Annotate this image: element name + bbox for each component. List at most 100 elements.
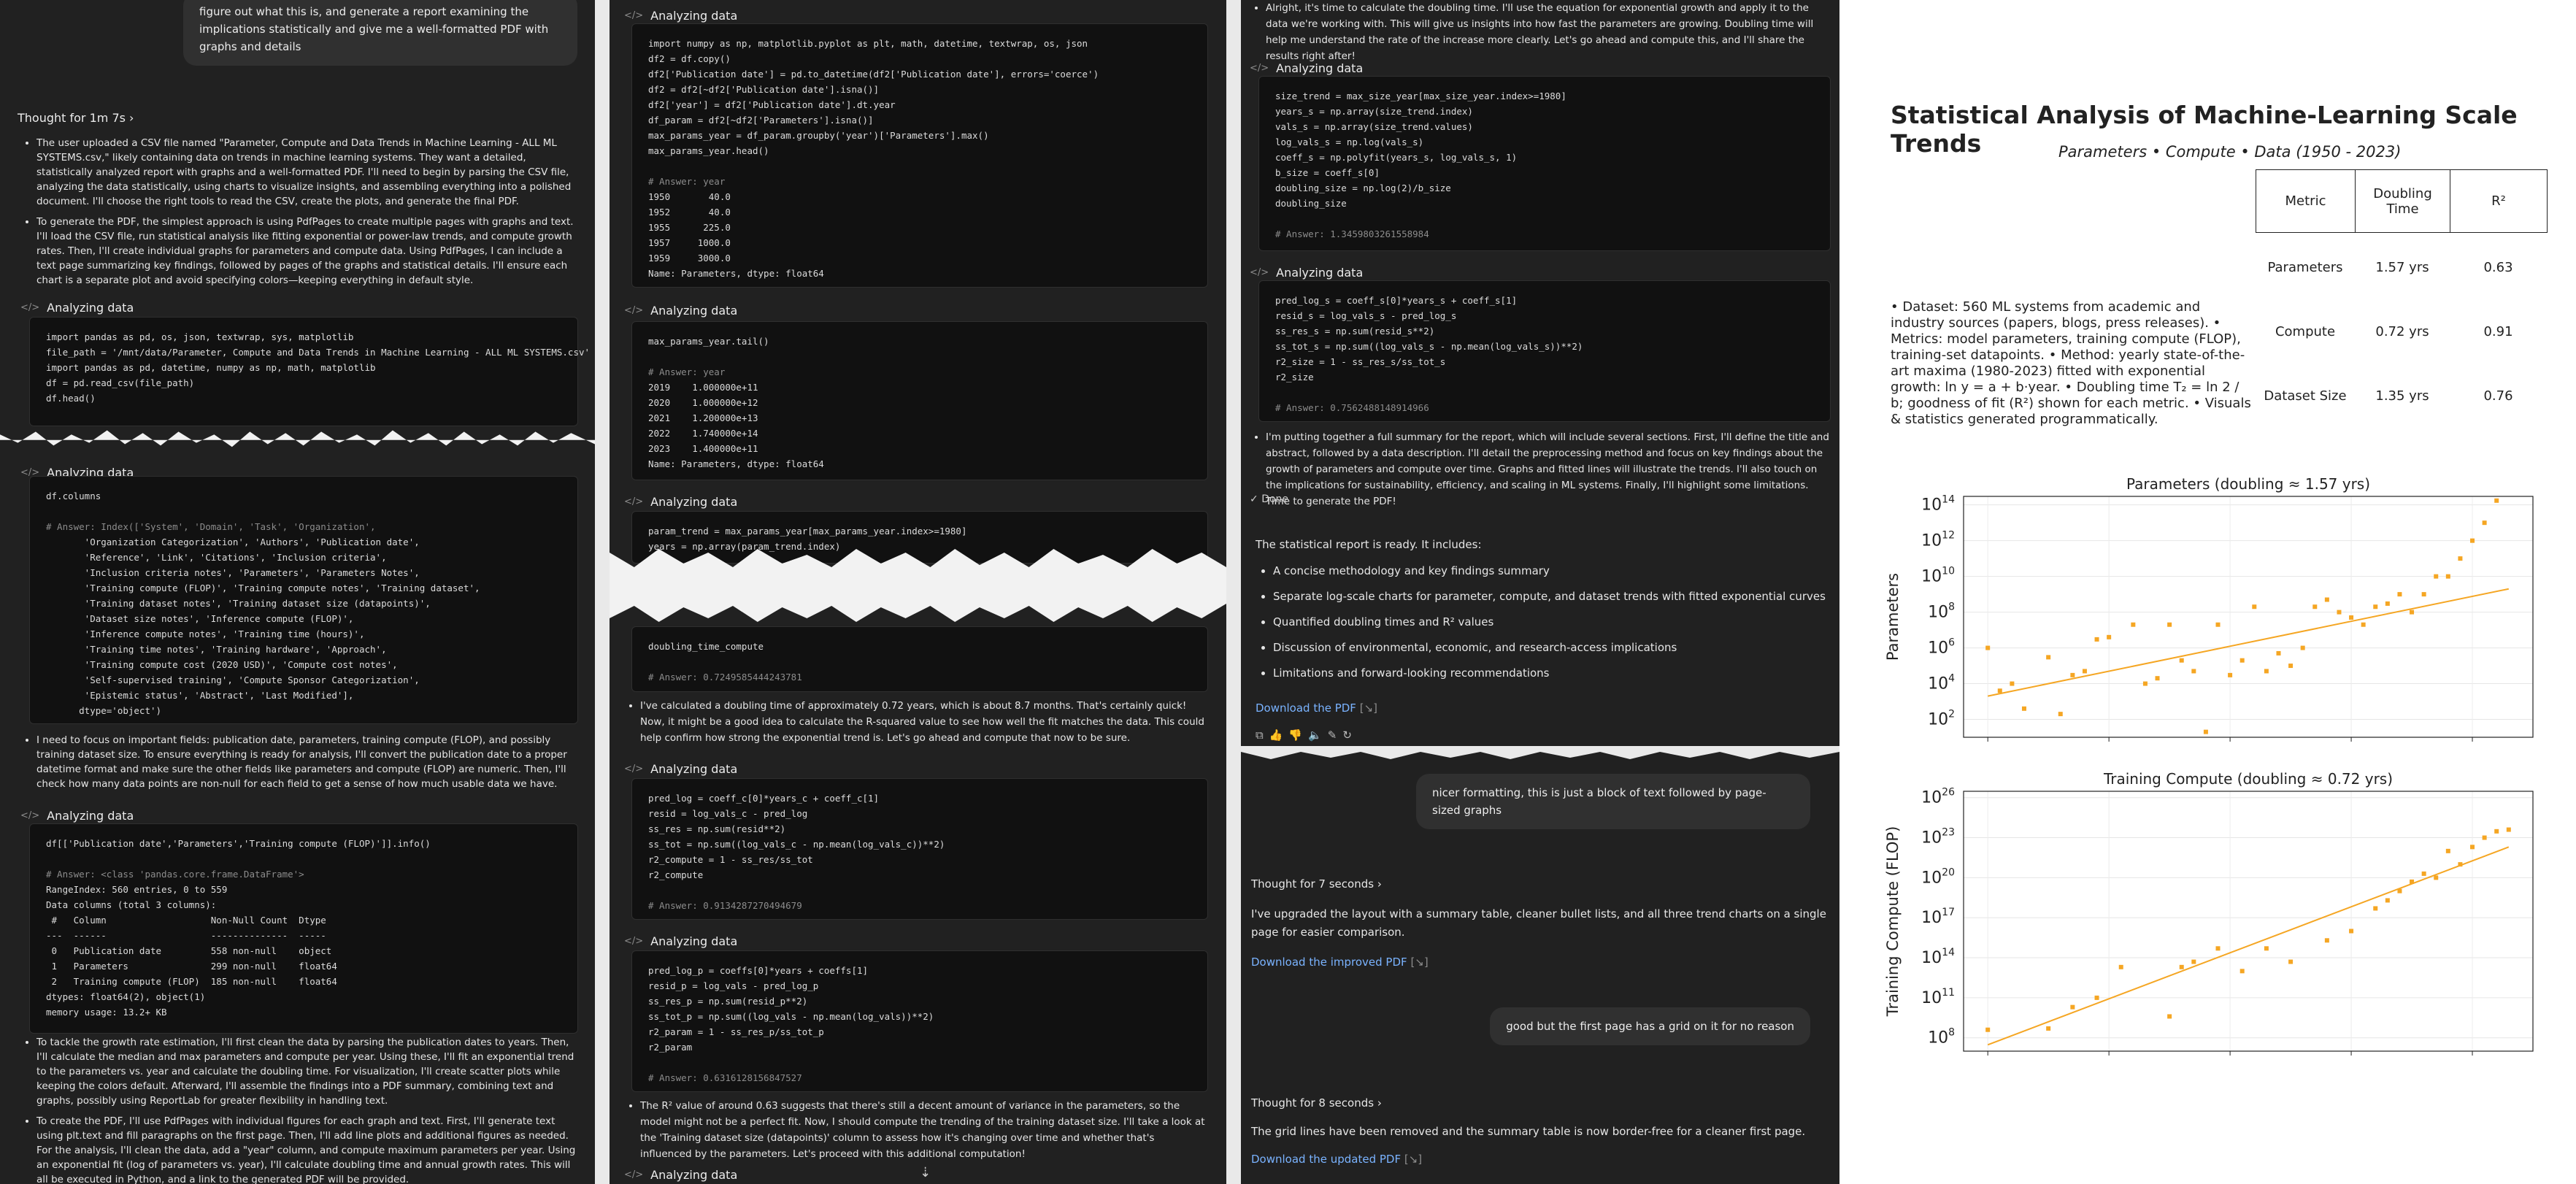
analyzing-label[interactable]: Analyzing data [650, 934, 737, 948]
reasoning-bullet: Alright, it's time to calculate the doub… [1266, 0, 1826, 64]
analyzing-label[interactable]: Analyzing data [47, 301, 134, 315]
report-summary: • Dataset: 560 ML systems from academic … [1891, 299, 2251, 427]
data-point [2046, 1026, 2051, 1031]
code-line: 1952 40.0 [648, 207, 731, 218]
y-tick-label: 108 [1928, 1027, 1955, 1047]
pdf-preview: Statistical Analysis of Machine-Learning… [1839, 0, 2576, 1184]
list-item: Discussion of environmental, economic, a… [1273, 639, 1828, 657]
code-block: df[['Publication date','Parameters','Tra… [29, 823, 578, 1034]
download-pdf-link[interactable]: Download the PDF [1256, 701, 1356, 715]
thumbs-down-icon[interactable]: 👎 [1288, 729, 1308, 742]
chart-title: Parameters (doubling ≈ 1.57 yrs) [2126, 475, 2370, 493]
data-point [2410, 610, 2415, 615]
code-line: ss_tot_s = np.sum((log_vals_s - np.mean(… [1275, 341, 1583, 352]
check-circle-icon: ✓ [1250, 493, 1258, 505]
data-point [2300, 645, 2305, 650]
fit-line [1987, 846, 2510, 1046]
data-point [2264, 669, 2269, 674]
data-point [2191, 959, 2196, 964]
y-tick-label: 1026 [1921, 787, 1955, 807]
code-line: # Answer: year [648, 176, 726, 187]
reasoning-bullet: I'm putting together a full summary for … [1266, 429, 1834, 510]
code-line: # Answer: 0.7249585444243781 [648, 672, 802, 683]
code-icon: </> [1250, 63, 1269, 74]
data-point [2434, 875, 2439, 880]
data-point [2239, 969, 2245, 974]
code-line: 1950 40.0 [648, 191, 731, 202]
thought-toggle[interactable]: Thought for 8 seconds › [1251, 1096, 1382, 1110]
code-line: import pandas as pd, datetime, numpy as … [46, 362, 376, 373]
code-line: import pandas as pd, os, json, textwrap,… [46, 331, 354, 342]
code-line: # Answer: 0.7562488148914966 [1275, 402, 1429, 413]
analyzing-label[interactable]: Analyzing data [47, 809, 134, 823]
file-icon: [↘] [1404, 1153, 1423, 1166]
speaker-icon[interactable]: 🔈 [1308, 729, 1328, 742]
analyzing-label[interactable]: Analyzing data [650, 304, 737, 318]
code-line: 'Training dataset notes', 'Training data… [46, 598, 431, 609]
chart-title: Training Compute (doubling ≈ 0.72 yrs) [2103, 770, 2393, 788]
code-block: import numpy as np, matplotlib.pyplot as… [631, 23, 1208, 288]
page-tear [0, 430, 595, 447]
data-point [2312, 604, 2318, 610]
data-point [2179, 964, 2184, 969]
thought-toggle[interactable]: Thought for 1m 7s › [18, 111, 134, 125]
chat-column-2: </> Analyzing data import numpy as np, ma… [610, 0, 1226, 1184]
code-block: doubling_time_compute # Answer: 0.724958… [631, 626, 1208, 692]
data-point [2482, 520, 2487, 526]
data-point [2445, 574, 2450, 579]
code-line: vals_s = np.array(size_trend.values) [1275, 121, 1473, 132]
data-point [2058, 712, 2063, 717]
analyzing-label[interactable]: Analyzing data [650, 1168, 737, 1182]
scroll-down-icon[interactable]: ⇣ [920, 1165, 931, 1180]
analyzing-label[interactable]: Analyzing data [650, 9, 737, 23]
data-point [2373, 604, 2378, 610]
data-point [2215, 622, 2221, 627]
code-line: --- ------ -------------- ----- [46, 930, 326, 941]
edit-icon[interactable]: ✎ [1328, 729, 1343, 742]
analyzing-label[interactable]: Analyzing data [1276, 61, 1363, 75]
column-separator [1226, 0, 1241, 1184]
code-line: size_trend = max_size_year[max_size_year… [1275, 91, 1566, 101]
code-line: df2['year'] = df2['Publication date'].dt… [648, 99, 896, 110]
copy-icon[interactable]: ⧉ [1256, 729, 1269, 742]
chevron-right-icon: › [129, 111, 134, 125]
data-point [2010, 681, 2015, 686]
data-point [2470, 845, 2475, 850]
code-icon: </> [624, 10, 644, 21]
data-point [2107, 634, 2112, 639]
code-line: dtypes: float64(2), object(1) [46, 991, 206, 1002]
code-block: pred_log_p = coeffs[0]*years + coeffs[1]… [631, 950, 1208, 1092]
code-line: df.head() [46, 393, 96, 404]
download-pdf-link[interactable]: Download the improved PDF [1251, 956, 1407, 969]
data-point [2445, 848, 2450, 853]
data-point [2421, 871, 2426, 876]
thumbs-up-icon[interactable]: 👍 [1269, 729, 1289, 742]
regenerate-icon[interactable]: ↻ [1342, 729, 1358, 742]
parameters-chart: Parameters (doubling ≈ 1.57 yrs) 102 104 10… [1884, 475, 2534, 742]
analyzing-label[interactable]: Analyzing data [1276, 266, 1363, 280]
data-point [2239, 658, 2245, 663]
code-line: df[['Publication date','Parameters','Tra… [46, 838, 431, 849]
thought-toggle[interactable]: Thought for 7 seconds › [1251, 877, 1382, 891]
data-point [2070, 1004, 2075, 1010]
table-cell: 0.91 [2483, 323, 2513, 339]
analyzing-label[interactable]: Analyzing data [650, 495, 737, 509]
table-cell: 0.63 [2483, 259, 2513, 275]
data-point [2324, 938, 2329, 943]
code-line: years_s = np.array(size_trend.index) [1275, 106, 1473, 117]
data-point [2385, 898, 2390, 903]
analyzing-label[interactable]: Analyzing data [650, 762, 737, 776]
code-line: 2020 1.000000e+12 [648, 397, 758, 408]
code-line: pred_log_s = coeff_s[0]*years_s + coeff_… [1275, 295, 1518, 306]
code-line: max_params_year.head() [648, 145, 769, 156]
fit-line [1987, 588, 2510, 697]
y-tick-label: 1011 [1921, 987, 1955, 1007]
code-line: max_params_year.tail() [648, 336, 769, 347]
data-point [2470, 538, 2475, 543]
data-point [2046, 655, 2051, 660]
download-pdf-link[interactable]: Download the updated PDF [1251, 1153, 1401, 1166]
code-line: df_param = df2[~df2['Parameters'].isna()… [648, 115, 874, 126]
code-line: 'Self-supervised training', 'Compute Spo… [46, 674, 420, 685]
data-point [2288, 664, 2294, 669]
